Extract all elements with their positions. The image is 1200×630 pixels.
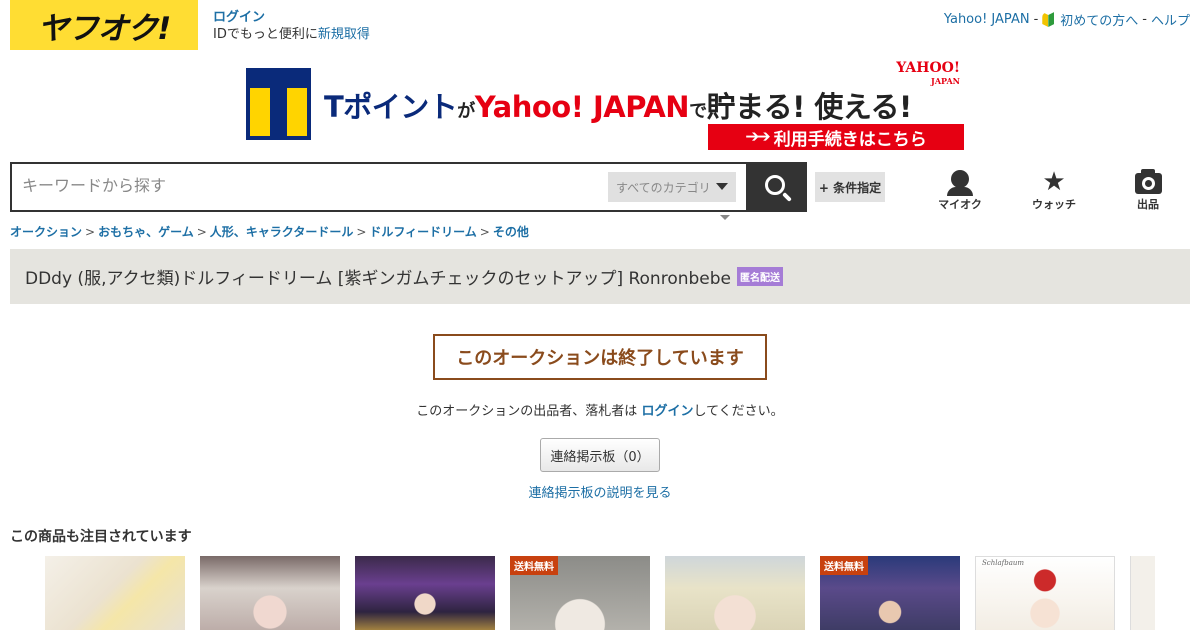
breadcrumb-item-other[interactable]: その他	[493, 225, 529, 239]
dropdown-triangle-icon	[716, 183, 728, 190]
item-title: DDdy (服,アクセ類)ドルフィードリーム [紫ギンガムチェックのセットアップ…	[25, 269, 731, 289]
recommended-item[interactable]	[355, 556, 495, 630]
recommended-item[interactable]	[665, 556, 805, 630]
message-board-help-wrap: 連絡掲示板の説明を見る	[0, 482, 1200, 501]
search-button[interactable]	[746, 162, 807, 212]
logo-text: ヤフオク!	[37, 10, 172, 47]
banner-slogan-text: 貯まる! 使える!	[706, 90, 913, 124]
help-link[interactable]: ヘルプ	[1151, 10, 1190, 29]
top-links: Yahoo! JAPAN - 初めての方へ - ヘルプ	[944, 10, 1190, 29]
yahoo-mark-sub-text: JAPAN	[931, 76, 960, 86]
person-icon	[925, 168, 995, 196]
tpoint-banner[interactable]: TポイントがYahoo! JAPANで貯まる! 使える! YAHOO! JAPA…	[244, 60, 966, 152]
double-arrow-icon: ➔➔	[745, 127, 770, 147]
auction-ended-notice: このオークションは終了しています	[433, 334, 767, 380]
item-title-bar: DDdy (服,アクセ類)ドルフィードリーム [紫ギンガムチェックのセットアップ…	[10, 249, 1190, 304]
search-bar: すべてのカテゴリ	[10, 162, 746, 212]
login-notice-prefix: このオークションの出品者、落札者は	[416, 404, 642, 419]
search-input[interactable]	[22, 176, 602, 195]
tpoint-logo-icon	[246, 68, 311, 140]
banner-yahoo-text: Yahoo! JAPAN	[474, 90, 690, 124]
thumb-brand-text: Schlafbaum	[982, 559, 1025, 567]
recommended-heading: この商品も注目されています	[10, 529, 192, 545]
login-notice: このオークションの出品者、落札者は ログインしてください。	[0, 400, 1200, 419]
notice-login-link[interactable]: ログイン	[641, 404, 693, 419]
breadcrumb-separator: >	[196, 225, 207, 239]
beginner-link[interactable]: 初めての方へ	[1060, 10, 1138, 29]
breadcrumb-item-toys[interactable]: おもちゃ、ゲーム	[98, 225, 194, 239]
myauction-label: マイオク	[938, 198, 982, 211]
message-board-button[interactable]: 連絡掲示板（0）	[540, 438, 660, 472]
breadcrumb-item-auction[interactable]: オークション	[10, 225, 82, 239]
banner-de-text: で	[689, 101, 707, 122]
recommended-item[interactable]	[1130, 556, 1155, 630]
sell-button[interactable]: 出品	[1113, 168, 1183, 214]
banner-tpoint-text: Tポイント	[324, 90, 458, 124]
recommended-item[interactable]: Schlafbaum	[975, 556, 1115, 630]
small-triangle-icon	[720, 215, 730, 220]
recommended-item[interactable]: 送料無料	[820, 556, 960, 630]
conditions-button[interactable]: + 条件指定	[815, 172, 885, 202]
sell-label: 出品	[1137, 198, 1159, 211]
star-icon: ★	[1042, 167, 1066, 197]
message-board-help-link[interactable]: 連絡掲示板の説明を見る	[528, 486, 671, 501]
breadcrumb-item-dolls[interactable]: 人形、キャラクタードール	[210, 225, 354, 239]
yahuoku-logo[interactable]: ヤフオク!	[10, 0, 198, 50]
signup-link[interactable]: 新規取得	[318, 27, 370, 42]
breadcrumb-separator: >	[479, 225, 490, 239]
separator: -	[1142, 12, 1147, 27]
breadcrumb-separator: >	[356, 225, 367, 239]
myauction-button[interactable]: マイオク	[925, 168, 995, 214]
free-shipping-badge: 送料無料	[510, 556, 558, 575]
category-select-label: すべてのカテゴリ	[616, 180, 711, 195]
camera-icon	[1113, 168, 1183, 196]
search-icon	[764, 175, 785, 195]
separator: -	[1033, 12, 1039, 27]
recommended-item[interactable]	[45, 556, 185, 630]
login-sub-text: IDでもっと便利に	[213, 27, 318, 42]
yahoo-mark-text: YAHOO!	[896, 60, 960, 76]
breadcrumb-separator: >	[85, 225, 96, 239]
breadcrumb-item-dollfie-dream[interactable]: ドルフィードリーム	[369, 225, 476, 239]
free-shipping-badge: 送料無料	[820, 556, 868, 575]
banner-cta-button[interactable]: ➔➔ 利用手続きはこちら	[708, 124, 964, 150]
breadcrumb: オークション > おもちゃ、ゲーム > 人形、キャラクタードール > ドルフィードリーム > そ…	[10, 223, 529, 240]
banner-cta-label: 利用手続きはこちら	[773, 129, 927, 150]
watch-button[interactable]: ★ ウォッチ	[1019, 168, 1089, 214]
recommended-item[interactable]	[200, 556, 340, 630]
login-notice-suffix: してください。	[693, 404, 784, 419]
watch-label: ウォッチ	[1032, 198, 1076, 211]
banner-ga-text: が	[457, 101, 475, 122]
recommended-item[interactable]: 送料無料	[510, 556, 650, 630]
login-area: ログイン IDでもっと便利に新規取得	[213, 9, 370, 43]
category-select[interactable]: すべてのカテゴリ	[608, 172, 736, 202]
banner-headline: TポイントがYahoo! JAPANで貯まる! 使える!	[324, 84, 912, 126]
login-link[interactable]: ログイン	[213, 10, 265, 25]
anonymous-shipping-badge: 匿名配送	[737, 267, 783, 286]
yahoo-japan-link[interactable]: Yahoo! JAPAN	[944, 12, 1030, 27]
beginner-mark-icon	[1042, 12, 1054, 27]
yahoo-japan-mark: YAHOO! JAPAN	[896, 60, 960, 88]
